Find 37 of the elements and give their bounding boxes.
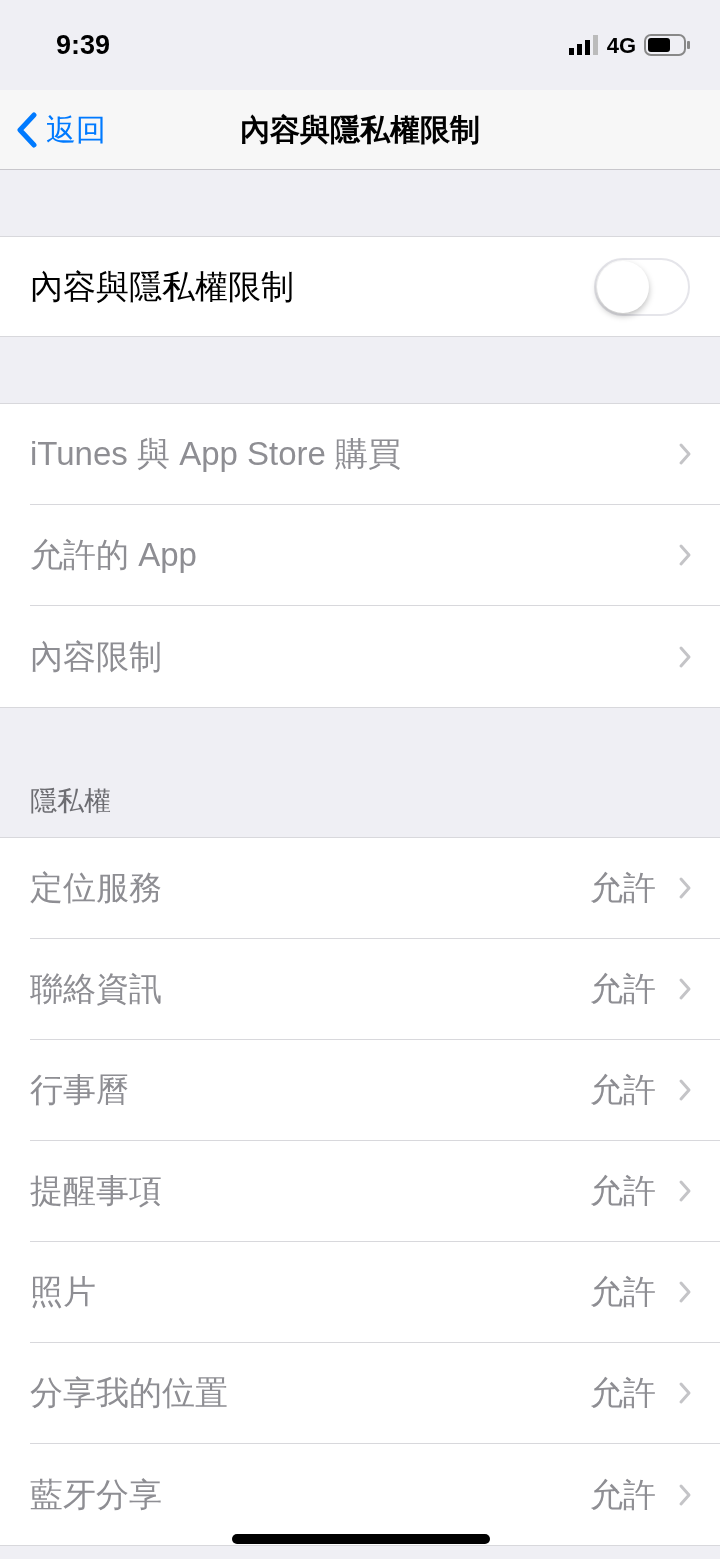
row-label: 分享我的位置 xyxy=(30,1373,229,1414)
row-label: 定位服務 xyxy=(30,868,163,909)
nav-title: 內容與隱私權限制 xyxy=(240,112,480,148)
row-label: 行事曆 xyxy=(30,1070,130,1111)
chevron-icon xyxy=(678,1381,692,1405)
row-value: 允許 xyxy=(590,1070,656,1111)
row-value: 允許 xyxy=(590,969,656,1010)
chevron-icon xyxy=(678,1078,692,1102)
row-label: 照片 xyxy=(30,1272,97,1313)
row-value: 允許 xyxy=(590,1474,656,1515)
row-label: 內容限制 xyxy=(30,636,163,677)
row-value: 允許 xyxy=(590,1171,656,1212)
row-value: 允許 xyxy=(590,1272,656,1313)
back-chevron-icon xyxy=(16,111,38,148)
chevron-icon xyxy=(678,543,692,567)
chevron-icon xyxy=(678,442,692,466)
battery-icon xyxy=(644,34,690,56)
back-button[interactable]: 返回 xyxy=(0,107,106,152)
row-label: iTunes 與 App Store 購買 xyxy=(30,434,403,475)
chevron-icon xyxy=(678,876,692,900)
signal-icon xyxy=(568,35,599,55)
toggle-switch[interactable] xyxy=(594,257,690,316)
chevron-icon xyxy=(678,1179,692,1203)
chevron-icon xyxy=(678,1280,692,1304)
row-label: 提醒事項 xyxy=(30,1171,163,1212)
section-header: 隱私權 xyxy=(30,784,111,818)
row-label: 內容與隱私權限制 xyxy=(30,266,294,307)
row-label: 藍牙分享 xyxy=(30,1474,163,1515)
row-label: 聯絡資訊 xyxy=(30,969,163,1010)
row-label: 允許的 App xyxy=(30,535,198,576)
network-label: 4G xyxy=(606,31,636,60)
row-value: 允許 xyxy=(590,1373,656,1414)
chevron-icon xyxy=(678,977,692,1001)
chevron-icon xyxy=(678,1482,692,1507)
row-value: 允許 xyxy=(590,868,656,909)
chevron-icon xyxy=(678,644,692,669)
status-time: 9:39 xyxy=(56,28,111,62)
